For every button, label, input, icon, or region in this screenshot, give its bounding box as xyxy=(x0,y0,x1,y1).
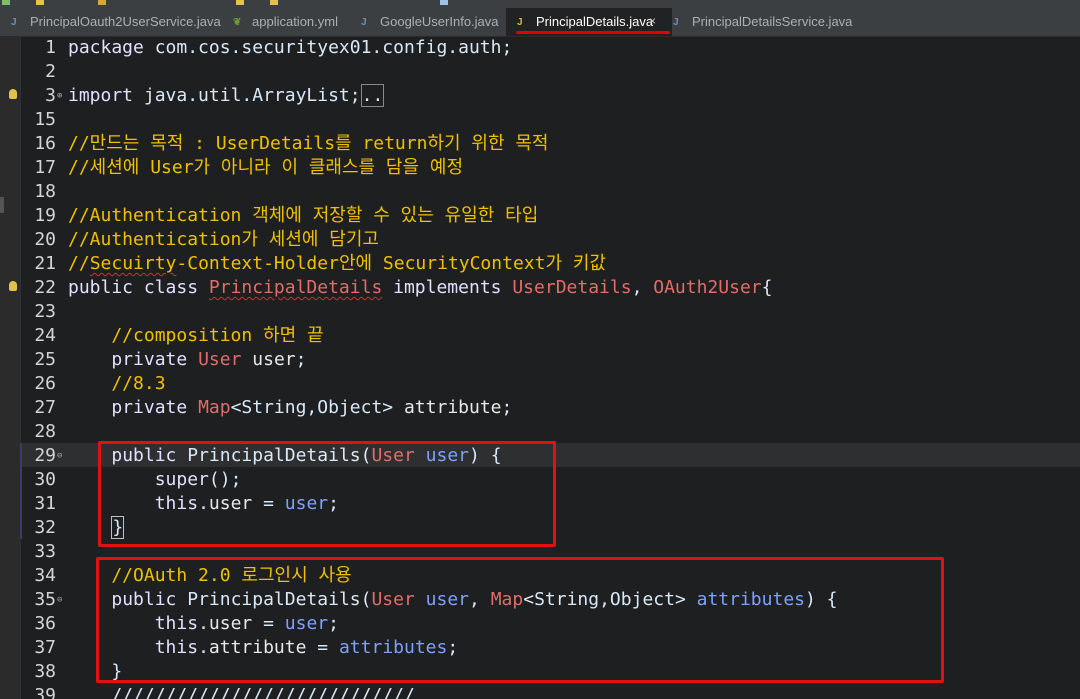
tab-label: application.yml xyxy=(252,14,338,29)
annotation-box-constructor xyxy=(98,441,556,547)
toolbar xyxy=(0,0,1080,8)
line-number: 30 xyxy=(34,469,56,490)
line-number: 28 xyxy=(34,421,56,442)
code-text[interactable]: private Map<String,Object> attribute; xyxy=(68,396,512,420)
toolbar-icon[interactable] xyxy=(270,0,278,5)
toolbar-icon[interactable] xyxy=(440,0,448,5)
code-line: 23 xyxy=(0,300,1080,324)
line-number: 33 xyxy=(34,541,56,562)
annotation-box-oauth-constructor xyxy=(96,557,944,683)
code-line: 26 //8.3 xyxy=(0,372,1080,396)
code-editor[interactable]: 1 package com.cos.securityex01.config.au… xyxy=(0,37,1080,699)
fold-expand-icon[interactable]: ⊕ xyxy=(57,90,62,102)
toolbar-icon[interactable] xyxy=(36,0,44,5)
line-number: 20 xyxy=(34,229,56,250)
code-text[interactable]: package com.cos.securityex01.config.auth… xyxy=(68,37,512,60)
comment-text[interactable]: //composition 하면 끝 xyxy=(68,324,323,348)
code-line: 2 xyxy=(0,60,1080,84)
folded-imports-marker[interactable]: .. xyxy=(360,84,385,107)
code-line: 16 //만드는 목적 : UserDetails를 return하기 위한 목… xyxy=(0,132,1080,156)
java-file-icon: J xyxy=(673,17,679,28)
lightbulb-warning-icon[interactable] xyxy=(9,281,17,291)
line-number: 39 xyxy=(34,685,56,699)
line-number: 19 xyxy=(34,205,56,226)
line-number: 38 xyxy=(34,661,56,682)
tab-principal-oauth2-user-service[interactable]: J PrincipalOauth2UserService.java xyxy=(0,8,222,36)
code-text[interactable]: import java.util.ArrayList;.. xyxy=(68,84,385,108)
code-text[interactable]: //////////////////////////// xyxy=(68,684,414,699)
tab-label: PrincipalOauth2UserService.java xyxy=(30,14,221,29)
code-line: 39 //////////////////////////// xyxy=(0,684,1080,699)
code-line: 22 public class PrincipalDetails impleme… xyxy=(0,276,1080,300)
code-line: 27 private Map<String,Object> attribute; xyxy=(0,396,1080,420)
tab-google-user-info[interactable]: J GoogleUserInfo.java xyxy=(350,8,510,36)
line-number: 32 xyxy=(34,517,56,538)
code-line: 17 //세션에 User가 아니라 이 클래스를 담을 예정 xyxy=(0,156,1080,180)
code-line: 3 ⊕ import java.util.ArrayList;.. xyxy=(0,84,1080,108)
code-text[interactable]: public class PrincipalDetails implements… xyxy=(68,276,772,300)
yaml-file-icon: ❦ xyxy=(233,17,242,28)
code-line: 21 //Secuirty-Context-Holder안에 SecurityC… xyxy=(0,252,1080,276)
line-number: 21 xyxy=(34,253,56,274)
comment-text[interactable]: //세션에 User가 아니라 이 클래스를 담을 예정 xyxy=(68,156,463,180)
code-text[interactable]: private User user; xyxy=(68,348,306,372)
line-number: 23 xyxy=(34,301,56,322)
code-line: 15 xyxy=(0,108,1080,132)
run-icon[interactable] xyxy=(2,0,10,5)
code-line: 18 xyxy=(0,180,1080,204)
java-file-warning-icon: J xyxy=(517,17,523,28)
tab-label: GoogleUserInfo.java xyxy=(380,14,499,29)
close-icon[interactable]: × xyxy=(646,15,659,28)
line-number: 35 xyxy=(34,589,56,610)
line-number: 2 xyxy=(45,61,56,82)
line-number: 31 xyxy=(34,493,56,514)
comment-text[interactable]: //Authentication가 세션에 담기고 xyxy=(68,228,379,252)
line-number: 3 xyxy=(45,85,56,106)
line-number: 29 xyxy=(34,445,56,466)
line-number: 37 xyxy=(34,637,56,658)
code-line: 25 private User user; xyxy=(0,348,1080,372)
comment-text[interactable]: //8.3 xyxy=(68,372,165,396)
line-number: 25 xyxy=(34,349,56,370)
line-number: 16 xyxy=(34,133,56,154)
code-line: 19 //Authentication 객체에 저장할 수 있는 유일한 타입 xyxy=(0,204,1080,228)
java-file-icon: J xyxy=(11,17,17,28)
toolbar-icon[interactable] xyxy=(98,0,106,5)
line-number: 24 xyxy=(34,325,56,346)
annotation-underline xyxy=(516,31,670,34)
code-line: 24 //composition 하면 끝 xyxy=(0,324,1080,348)
tab-application-yml[interactable]: ❦ application.yml xyxy=(222,8,370,36)
editor-tab-bar: J PrincipalOauth2UserService.java ❦ appl… xyxy=(0,8,1080,37)
code-line: 1 package com.cos.securityex01.config.au… xyxy=(0,37,1080,60)
java-file-icon: J xyxy=(361,17,367,28)
fold-collapse-icon[interactable]: ⊖ xyxy=(57,450,62,462)
line-number: 26 xyxy=(34,373,56,394)
comment-text[interactable]: //만드는 목적 : UserDetails를 return하기 위한 목적 xyxy=(68,132,548,156)
line-number: 15 xyxy=(34,109,56,130)
code-line: 20 //Authentication가 세션에 담기고 xyxy=(0,228,1080,252)
fold-collapse-icon[interactable]: ⊖ xyxy=(57,594,62,606)
line-number: 27 xyxy=(34,397,56,418)
tab-label: PrincipalDetails.java xyxy=(536,14,654,29)
lightbulb-warning-icon[interactable] xyxy=(9,89,17,99)
tab-principal-details-service[interactable]: J PrincipalDetailsService.java xyxy=(662,8,882,36)
tab-label: PrincipalDetailsService.java xyxy=(692,14,853,29)
comment-text[interactable]: //Secuirty-Context-Holder안에 SecurityCont… xyxy=(68,252,606,276)
toolbar-icon[interactable] xyxy=(236,0,244,5)
comment-text[interactable]: //Authentication 객체에 저장할 수 있는 유일한 타입 xyxy=(68,204,538,228)
line-number: 1 xyxy=(45,37,56,58)
line-number: 36 xyxy=(34,613,56,634)
line-number: 34 xyxy=(34,565,56,586)
line-number: 22 xyxy=(34,277,56,298)
line-number: 18 xyxy=(34,181,56,202)
line-number: 17 xyxy=(34,157,56,178)
